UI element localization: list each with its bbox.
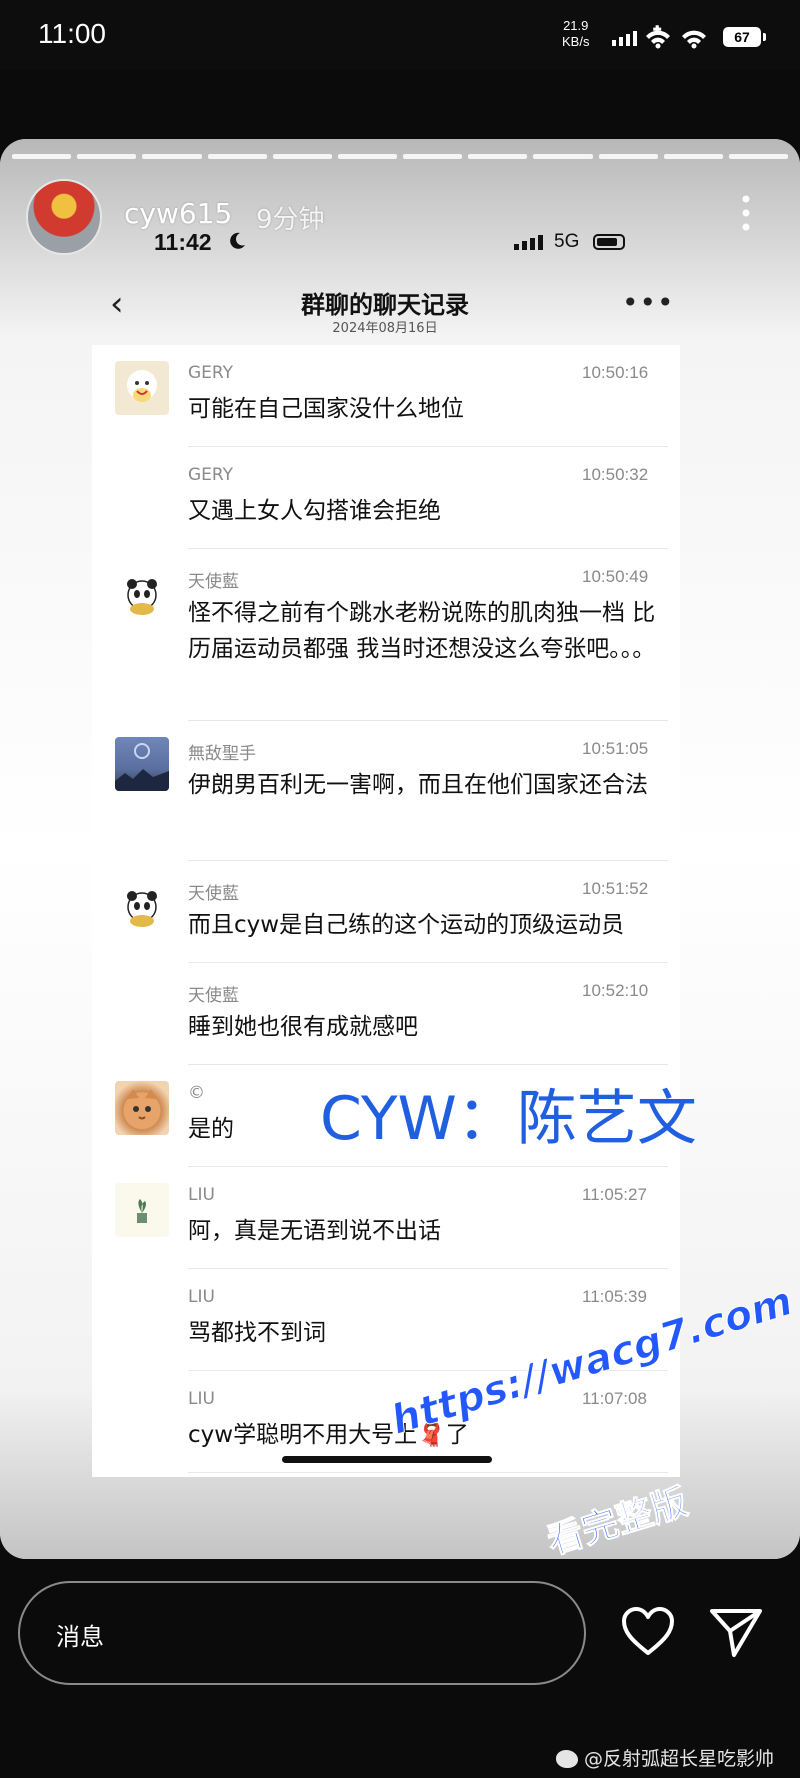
network-speed-value: 21.9 bbox=[563, 18, 589, 33]
message-time: 10:50:16 bbox=[582, 363, 649, 382]
network-speed-unit: KB/s bbox=[562, 34, 590, 49]
inner-network-type: 5G bbox=[554, 231, 580, 252]
heart-icon[interactable] bbox=[620, 1605, 676, 1657]
panda-avatar bbox=[115, 877, 169, 931]
chat-message: 天使藍 10:51:52 而且cyw是自己练的这个运动的顶级运动员 bbox=[92, 861, 680, 963]
sender-name: LIU bbox=[188, 1389, 215, 1409]
message-time: 10:50:49 bbox=[582, 567, 649, 586]
chat-record-title: 群聊的聊天记录 bbox=[301, 291, 469, 319]
more-options-icon[interactable] bbox=[736, 193, 756, 233]
chat-message: 天使藍 10:52:10 睡到她也很有成就感吧 bbox=[92, 963, 680, 1065]
sender-name: © bbox=[188, 1083, 205, 1103]
plant-avatar bbox=[115, 1183, 169, 1237]
message-text: 睡到她也很有成就感吧 bbox=[188, 1014, 418, 1040]
cat-avatar bbox=[115, 1081, 169, 1135]
back-chevron-icon[interactable]: ‹ bbox=[110, 287, 140, 321]
moon-icon bbox=[230, 232, 245, 249]
message-text: 怪不得之前有个跳水老粉说陈的肌肉独一档 比历届运动员都强 我当时还想没这么夸张吧… bbox=[188, 600, 656, 662]
message-input-placeholder: 消息 bbox=[56, 1623, 104, 1651]
weibo-icon bbox=[556, 1750, 578, 1768]
chat-record-date: 2024年08月16日 bbox=[332, 321, 438, 336]
weibo-credit: @反射弧超长星吃影帅 bbox=[556, 1744, 774, 1771]
message-text: 而且cyw是自己练的这个运动的顶级运动员 bbox=[188, 912, 625, 938]
home-indicator bbox=[282, 1456, 492, 1463]
story-posted-ago: 9分钟 bbox=[256, 205, 325, 235]
message-time: 11:07:08 bbox=[582, 1389, 647, 1408]
sender-name: 無敌聖手 bbox=[188, 744, 256, 764]
message-text: 可能在自己国家没什么地位 bbox=[188, 396, 464, 422]
network-speed: 21.9 KB/s bbox=[562, 18, 589, 50]
sender-name: 天使藍 bbox=[188, 884, 239, 904]
sender-name: LIU bbox=[188, 1185, 215, 1205]
inner-status-time: 11:42 bbox=[154, 229, 212, 255]
story-user-avatar[interactable] bbox=[26, 179, 102, 255]
overlay-caption: CYW：陈艺文 bbox=[320, 1084, 697, 1154]
story-username[interactable]: cyw615 bbox=[124, 197, 232, 230]
story-progress-bar bbox=[12, 154, 789, 159]
gery-avatar bbox=[115, 361, 169, 415]
status-time: 11:00 bbox=[38, 18, 106, 49]
battery-icon: 67 bbox=[723, 27, 766, 47]
sender-name: GERY bbox=[188, 465, 234, 485]
message-time: 11:05:27 bbox=[582, 1185, 647, 1204]
chat-message: GERY 10:50:16 可能在自己国家没什么地位 bbox=[92, 345, 680, 447]
panda-avatar bbox=[115, 565, 169, 619]
signal-wifi-icons bbox=[612, 25, 706, 49]
message-time: 11:05:39 bbox=[582, 1287, 647, 1306]
message-text: 伊朗男百利无一害啊，而且在他们国家还合法 bbox=[188, 772, 648, 798]
chat-message: 無敌聖手 10:51:05 伊朗男百利无一害啊，而且在他们国家还合法 bbox=[92, 721, 680, 861]
sender-name: LIU bbox=[188, 1287, 215, 1307]
send-icon[interactable] bbox=[708, 1603, 764, 1659]
chat-message: GERY 10:50:32 又遇上女人勾搭谁会拒绝 bbox=[92, 447, 680, 549]
inner-battery-icon bbox=[593, 234, 625, 250]
more-dots-icon[interactable]: ••• bbox=[622, 289, 675, 317]
weibo-credit-text: @反射弧超长星吃影帅 bbox=[584, 1748, 775, 1770]
message-time: 10:52:10 bbox=[582, 981, 649, 1000]
sender-name: GERY bbox=[188, 363, 234, 383]
message-text: 阿，真是无语到说不出话 bbox=[188, 1218, 441, 1244]
message-time: 10:51:52 bbox=[582, 879, 649, 898]
chat-message: 天使藍 10:50:49 怪不得之前有个跳水老粉说陈的肌肉独一档 比历届运动员都… bbox=[92, 549, 680, 721]
sky-avatar bbox=[115, 737, 169, 791]
sender-name: 天使藍 bbox=[188, 986, 239, 1006]
message-time: 10:50:32 bbox=[582, 465, 649, 484]
chat-message: LIU 11:05:27 阿，真是无语到说不出话 bbox=[92, 1167, 680, 1269]
message-time: 10:51:05 bbox=[582, 739, 649, 758]
status-bar: 11:00 21.9 KB/s 67 bbox=[0, 0, 800, 70]
inner-signal-icon bbox=[514, 235, 543, 250]
sender-name: 天使藍 bbox=[188, 572, 239, 592]
message-text: 又遇上女人勾搭谁会拒绝 bbox=[188, 498, 441, 524]
message-input[interactable]: 消息 bbox=[18, 1581, 586, 1685]
